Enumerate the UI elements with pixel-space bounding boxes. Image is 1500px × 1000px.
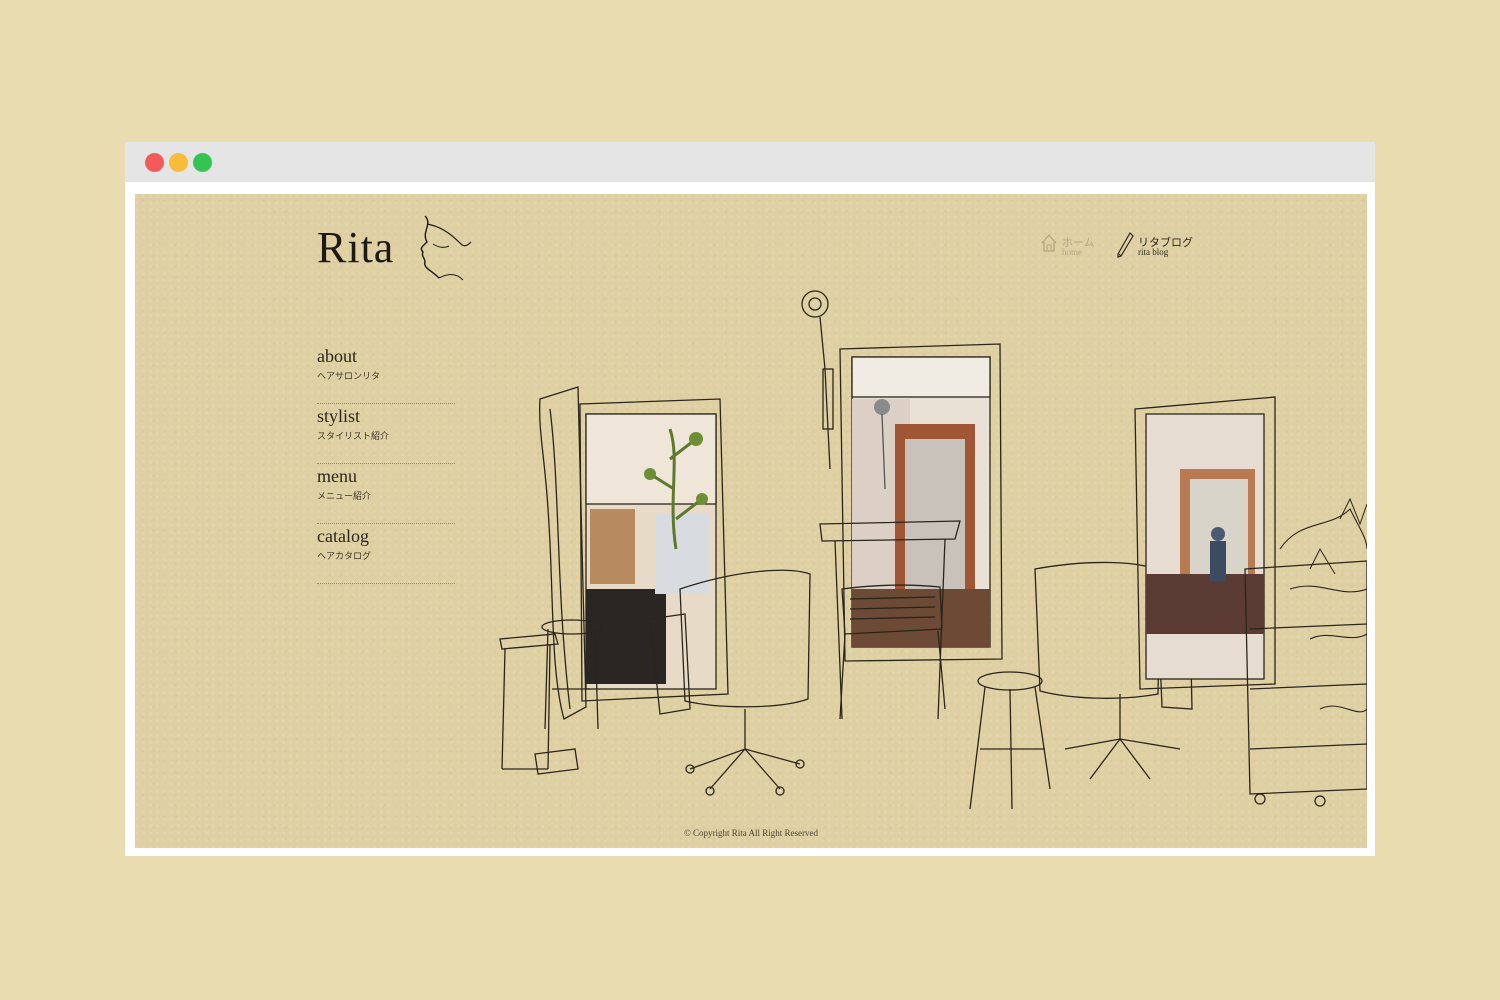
minimize-window-button[interactable] (169, 153, 188, 172)
site-logo[interactable]: Rita (317, 222, 394, 273)
close-window-button[interactable] (145, 153, 164, 172)
sidebar-item-catalog[interactable]: catalog ヘアカタログ (317, 524, 455, 584)
sidebar-item-sublabel: ヘアサロンリタ (317, 371, 381, 381)
sidebar-item-label: about (317, 346, 357, 366)
sidebar-item-label: stylist (317, 406, 361, 426)
salon-interior-illustration (499, 290, 1367, 810)
footer-copyright: © Copyright Rita All Right Reserved (683, 828, 819, 838)
maximize-window-button[interactable] (193, 153, 212, 172)
house-icon (1041, 234, 1057, 252)
sidebar-item-about[interactable]: about ヘアサロンリタ (317, 344, 455, 404)
topnav-blog-sublabel: rita blog (1138, 247, 1169, 257)
browser-window: Rita ホーム home リタブログ rita blog about ヘアサロ… (125, 142, 1375, 856)
sidebar-item-stylist[interactable]: stylist スタイリスト紹介 (317, 404, 455, 464)
topnav-rita-blog[interactable]: リタブログ rita blog (1116, 232, 1196, 262)
woman-profile-logo-icon (420, 215, 472, 281)
sidebar-item-sublabel: ヘアカタログ (317, 551, 372, 561)
sidebar-item-label: menu (317, 466, 357, 486)
sidebar-item-sublabel: メニュー紹介 (317, 491, 372, 501)
sidebar-item-sublabel: スタイリスト紹介 (317, 431, 390, 441)
page-viewport: Rita ホーム home リタブログ rita blog about ヘアサロ… (135, 194, 1367, 848)
sidebar-item-label: catalog (317, 526, 369, 546)
pencil-icon (1117, 232, 1134, 258)
sidebar-navigation: about ヘアサロンリタ stylist スタイリスト紹介 menu メニュー… (317, 344, 455, 584)
browser-titlebar (125, 142, 1375, 182)
topnav-home-sublabel: home (1062, 247, 1082, 257)
topnav-home[interactable]: ホーム home (1040, 232, 1120, 262)
sidebar-item-menu[interactable]: menu メニュー紹介 (317, 464, 455, 524)
